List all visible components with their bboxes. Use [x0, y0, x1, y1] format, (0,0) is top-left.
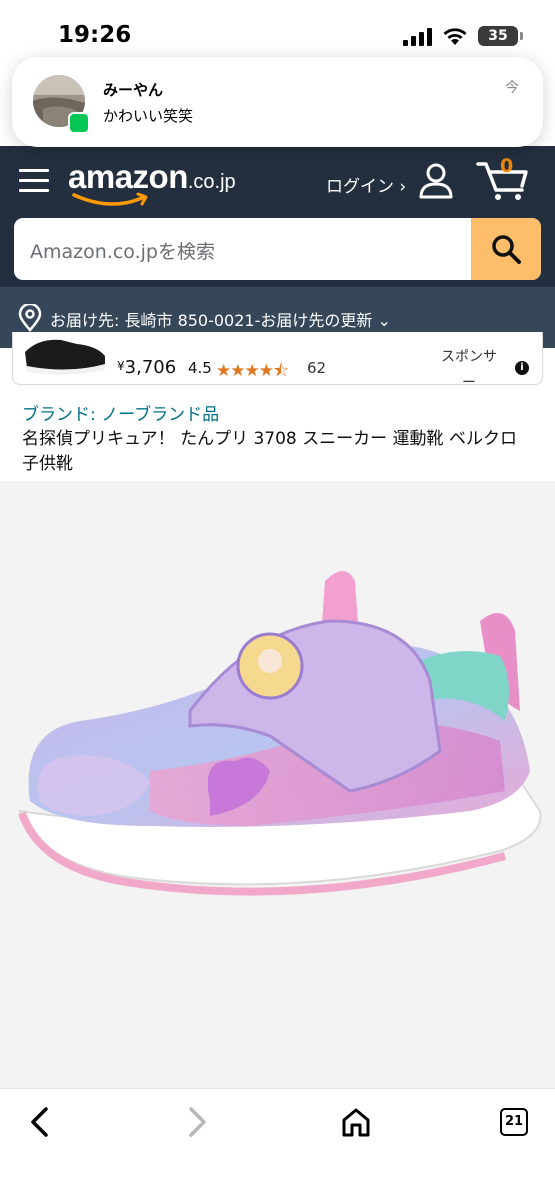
location-pin-icon — [18, 304, 42, 332]
battery-icon: 35 — [478, 26, 518, 46]
status-bar: 19:26 35 — [0, 0, 555, 60]
amazon-logo[interactable]: amazon.co.jp — [68, 158, 236, 196]
search-button[interactable] — [471, 218, 541, 280]
sponsored-label: スポンサー — [441, 349, 497, 385]
delivery-address[interactable]: お届け先: 長崎市 850-0021‐お届け先の更新 ⌄ — [50, 307, 391, 331]
notification-time: 今 — [505, 80, 519, 96]
shoe-thumbnail[interactable] — [19, 332, 111, 380]
amazon-header: amazon.co.jp ログイン › 0 Amazon.co.jpを検索 — [0, 146, 555, 287]
account-icon[interactable] — [418, 162, 454, 200]
notification-message: かわいい笑笑 — [103, 107, 194, 125]
review-count[interactable]: 62 — [307, 359, 326, 377]
product-title: 名探偵プリキュア！ たんプリ 3708 スニーカー 運動靴 ベルクロ 子供靴 — [22, 429, 517, 474]
notification-sender: みーやん — [103, 81, 164, 99]
cellular-signal-icon — [403, 28, 432, 46]
search-icon — [492, 235, 521, 264]
wifi-icon — [443, 28, 467, 45]
browser-toolbar: 21 — [0, 1088, 555, 1200]
info-icon[interactable]: i — [515, 361, 529, 375]
amazon-smile-icon — [72, 192, 148, 206]
forward-icon[interactable] — [185, 1106, 209, 1138]
back-icon[interactable] — [28, 1106, 52, 1138]
search-input[interactable]: Amazon.co.jpを検索 — [30, 237, 215, 264]
sponsored-price: ¥3,706 — [117, 357, 177, 378]
line-notification[interactable]: みーやん かわいい笑笑 今 — [12, 57, 543, 147]
battery-tip — [520, 32, 523, 40]
search-bar[interactable]: Amazon.co.jpを検索 — [14, 218, 541, 280]
product-image[interactable] — [0, 481, 555, 1088]
sneaker-image — [18, 571, 542, 896]
cart-count: 0 — [500, 155, 514, 177]
menu-icon[interactable] — [19, 169, 49, 199]
status-time: 19:26 — [58, 22, 132, 48]
star-rating-icon: ★★★★⯪ — [216, 361, 289, 381]
sponsored-rating: 4.5 — [188, 359, 212, 377]
home-icon[interactable] — [340, 1106, 372, 1138]
tabs-button[interactable]: 21 — [500, 1108, 528, 1136]
line-icon — [68, 112, 90, 134]
login-link[interactable]: ログイン › — [326, 172, 406, 197]
brand-link[interactable]: ブランド: ノーブランド品 — [22, 400, 219, 425]
sponsored-product-card[interactable]: ¥3,706 4.5 ★★★★⯪ 62 スポンサー i — [12, 332, 543, 385]
